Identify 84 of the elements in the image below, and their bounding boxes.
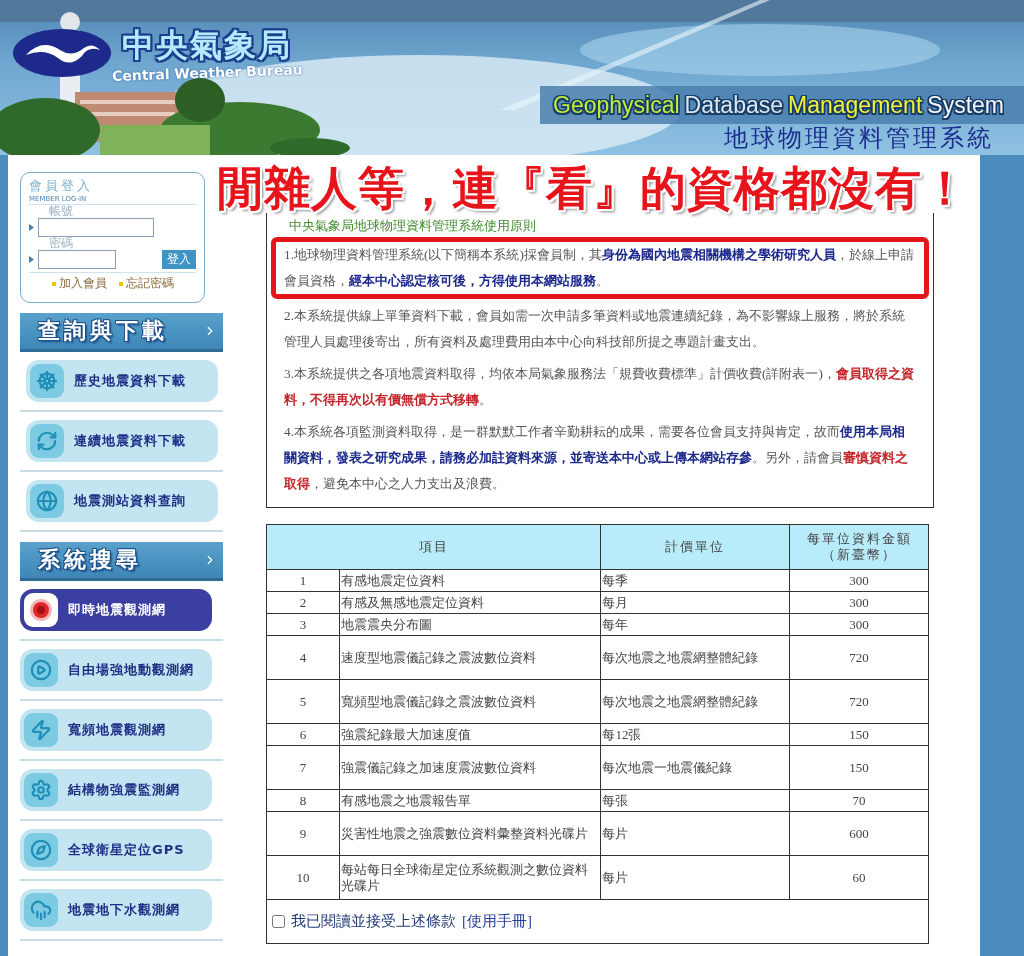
refresh-icon bbox=[36, 430, 58, 452]
section-title: 系統搜尋 bbox=[38, 546, 143, 574]
compass-icon bbox=[30, 839, 52, 861]
table-cell: 每次地震一地震儀紀錄 bbox=[600, 745, 790, 790]
table-cell: 300 bbox=[789, 569, 929, 592]
rule-paragraph: 4.本系統各項監測資料取得，是一群默默工作者辛勤耕耘的成果，需要各位會員支持與肯定，故而使用本局相關資料，發表之研究成果，請務必加註資料來源，並寄送本中心或上傳本網站存參。另外，請會員審慎資料之取得，避免本中心之人力支出及浪費。 bbox=[283, 423, 909, 493]
table-cell: 70 bbox=[789, 789, 929, 812]
manual-link[interactable]: [使用手冊] bbox=[462, 912, 532, 931]
agree-checkbox[interactable] bbox=[272, 915, 285, 928]
login-link[interactable]: 加入會員 bbox=[51, 275, 107, 292]
triangle-icon bbox=[29, 224, 34, 231]
table-cell: 4 bbox=[266, 635, 340, 680]
column-header: 每單位資料金額（新臺幣） bbox=[789, 524, 929, 570]
table-cell: 720 bbox=[789, 635, 929, 680]
table-cell: 寬頻型地震儀記錄之震波數位資料 bbox=[339, 679, 601, 724]
table-cell: 每12張 bbox=[600, 723, 790, 746]
table-cell: 每年 bbox=[600, 613, 790, 636]
table-cell: 3 bbox=[266, 613, 340, 636]
table-cell: 5 bbox=[266, 679, 340, 724]
table-cell: 150 bbox=[789, 745, 929, 790]
system-title: 地球物理資料管理系統 bbox=[724, 123, 994, 154]
lightning-icon bbox=[30, 719, 52, 741]
menu-item[interactable]: 即時地震觀測網 bbox=[20, 589, 212, 631]
table-cell: 720 bbox=[789, 679, 929, 724]
play-circle-icon bbox=[30, 659, 52, 681]
menu-item[interactable]: 連續地震資料下載 bbox=[26, 420, 218, 462]
table-cell: 60 bbox=[789, 855, 929, 900]
login-title: 會員登入 bbox=[29, 177, 94, 195]
menu-item[interactable]: 自由場強地動觀測網 bbox=[20, 649, 212, 691]
table-cell: 每次地震之地震網整體紀錄 bbox=[600, 635, 790, 680]
table-cell: 每次地震之地震網整體紀錄 bbox=[600, 679, 790, 724]
account-field[interactable] bbox=[38, 218, 154, 237]
table-cell: 150 bbox=[789, 723, 929, 746]
menu-item[interactable]: 全球衛星定位GPS bbox=[20, 829, 212, 871]
table-cell: 1 bbox=[266, 569, 340, 592]
rule-paragraph: 1.地球物理資料管理系統(以下簡稱本系統)採會員制，其身份為國內地震相關機構之學術研究人員，於線上申請會員資格，經本中心認定核可後，方得使用本網站服務。 bbox=[271, 237, 929, 299]
table-cell: 300 bbox=[789, 591, 929, 614]
table-cell: 每月 bbox=[600, 591, 790, 614]
password-label: 密碼 bbox=[49, 237, 74, 250]
table-cell: 有感地震之地震報告單 bbox=[339, 789, 601, 812]
menu-item[interactable]: 地震測站資料查詢 bbox=[26, 480, 218, 522]
table-cell: 地震震央分布圖 bbox=[339, 613, 601, 636]
account-label: 帳號 bbox=[49, 205, 74, 218]
table-cell: 每片 bbox=[600, 811, 790, 856]
column-header: 計價單位 bbox=[600, 524, 790, 570]
table-cell: 8 bbox=[266, 789, 340, 812]
menu-item[interactable]: 地震地下水觀測網 bbox=[20, 889, 212, 931]
table-cell: 每張 bbox=[600, 789, 790, 812]
logo-icon bbox=[12, 28, 112, 78]
agree-label: 我已閱讀並接受上述條款 bbox=[291, 912, 456, 931]
overlay-caption: 閒雜人等，連『看』的資格都沒有！ bbox=[217, 163, 970, 213]
section-title: 查詢與下載 bbox=[38, 317, 169, 345]
table-cell: 速度型地震儀記錄之震波數位資料 bbox=[339, 635, 601, 680]
table-cell: 300 bbox=[789, 613, 929, 636]
table-cell: 6 bbox=[266, 723, 340, 746]
table-cell: 600 bbox=[789, 811, 929, 856]
table-cell: 每站每日全球衛星定位系統觀測之數位資料光碟片 bbox=[339, 855, 601, 900]
rule-paragraph: 2.本系統提供線上單筆資料下載，會員如需一次申請多筆資料或地震連續紀錄，為不影響線上服務，將於系統管理人員處理後寄出，所有資料及處理費用由本中心向科技部所提之專題計畫支出。 bbox=[283, 307, 906, 351]
password-field[interactable] bbox=[38, 250, 116, 269]
ship-wheel-icon bbox=[36, 370, 58, 392]
table-cell: 10 bbox=[266, 855, 340, 900]
table-cell: 有感地震定位資料 bbox=[339, 569, 601, 592]
table-cell: 強震儀記錄之加速度震波數位資料 bbox=[339, 745, 601, 790]
table-cell: 強震紀錄最大加速度值 bbox=[339, 723, 601, 746]
table-cell: 9 bbox=[266, 811, 340, 856]
table-cell: 2 bbox=[266, 591, 340, 614]
login-link[interactable]: 忘記密碼 bbox=[118, 275, 174, 292]
menu-item[interactable]: 歷史地震資料下載 bbox=[26, 360, 218, 402]
rain-cloud-icon bbox=[30, 899, 52, 921]
table-cell: 7 bbox=[266, 745, 340, 790]
table-cell: 有感及無感地震定位資料 bbox=[339, 591, 601, 614]
system-english-title: Geophysical Database Management System bbox=[553, 92, 1004, 119]
table-cell: 每季 bbox=[600, 569, 790, 592]
table-cell: 每片 bbox=[600, 855, 790, 900]
target-icon bbox=[29, 598, 53, 622]
settings-icon bbox=[30, 779, 52, 801]
globe-icon bbox=[36, 490, 58, 512]
column-header: 項目 bbox=[266, 524, 601, 570]
rule-paragraph: 3.本系統提供之各項地震資料取得，均依本局氣象服務法「規費收費標準」計價收費(詳附表一)，會員取得之資料，不得再次以有價無償方式移轉。 bbox=[283, 365, 915, 409]
rules-title: 中央氣象局地球物理資料管理系統使用原則 bbox=[289, 217, 537, 235]
table-cell: 災害性地震之強震數位資料彙整資料光碟片 bbox=[339, 811, 601, 856]
menu-item[interactable]: 寬頻地震觀測網 bbox=[20, 709, 212, 751]
triangle-icon bbox=[29, 256, 34, 263]
menu-item[interactable]: 結構物強震監測網 bbox=[20, 769, 212, 811]
